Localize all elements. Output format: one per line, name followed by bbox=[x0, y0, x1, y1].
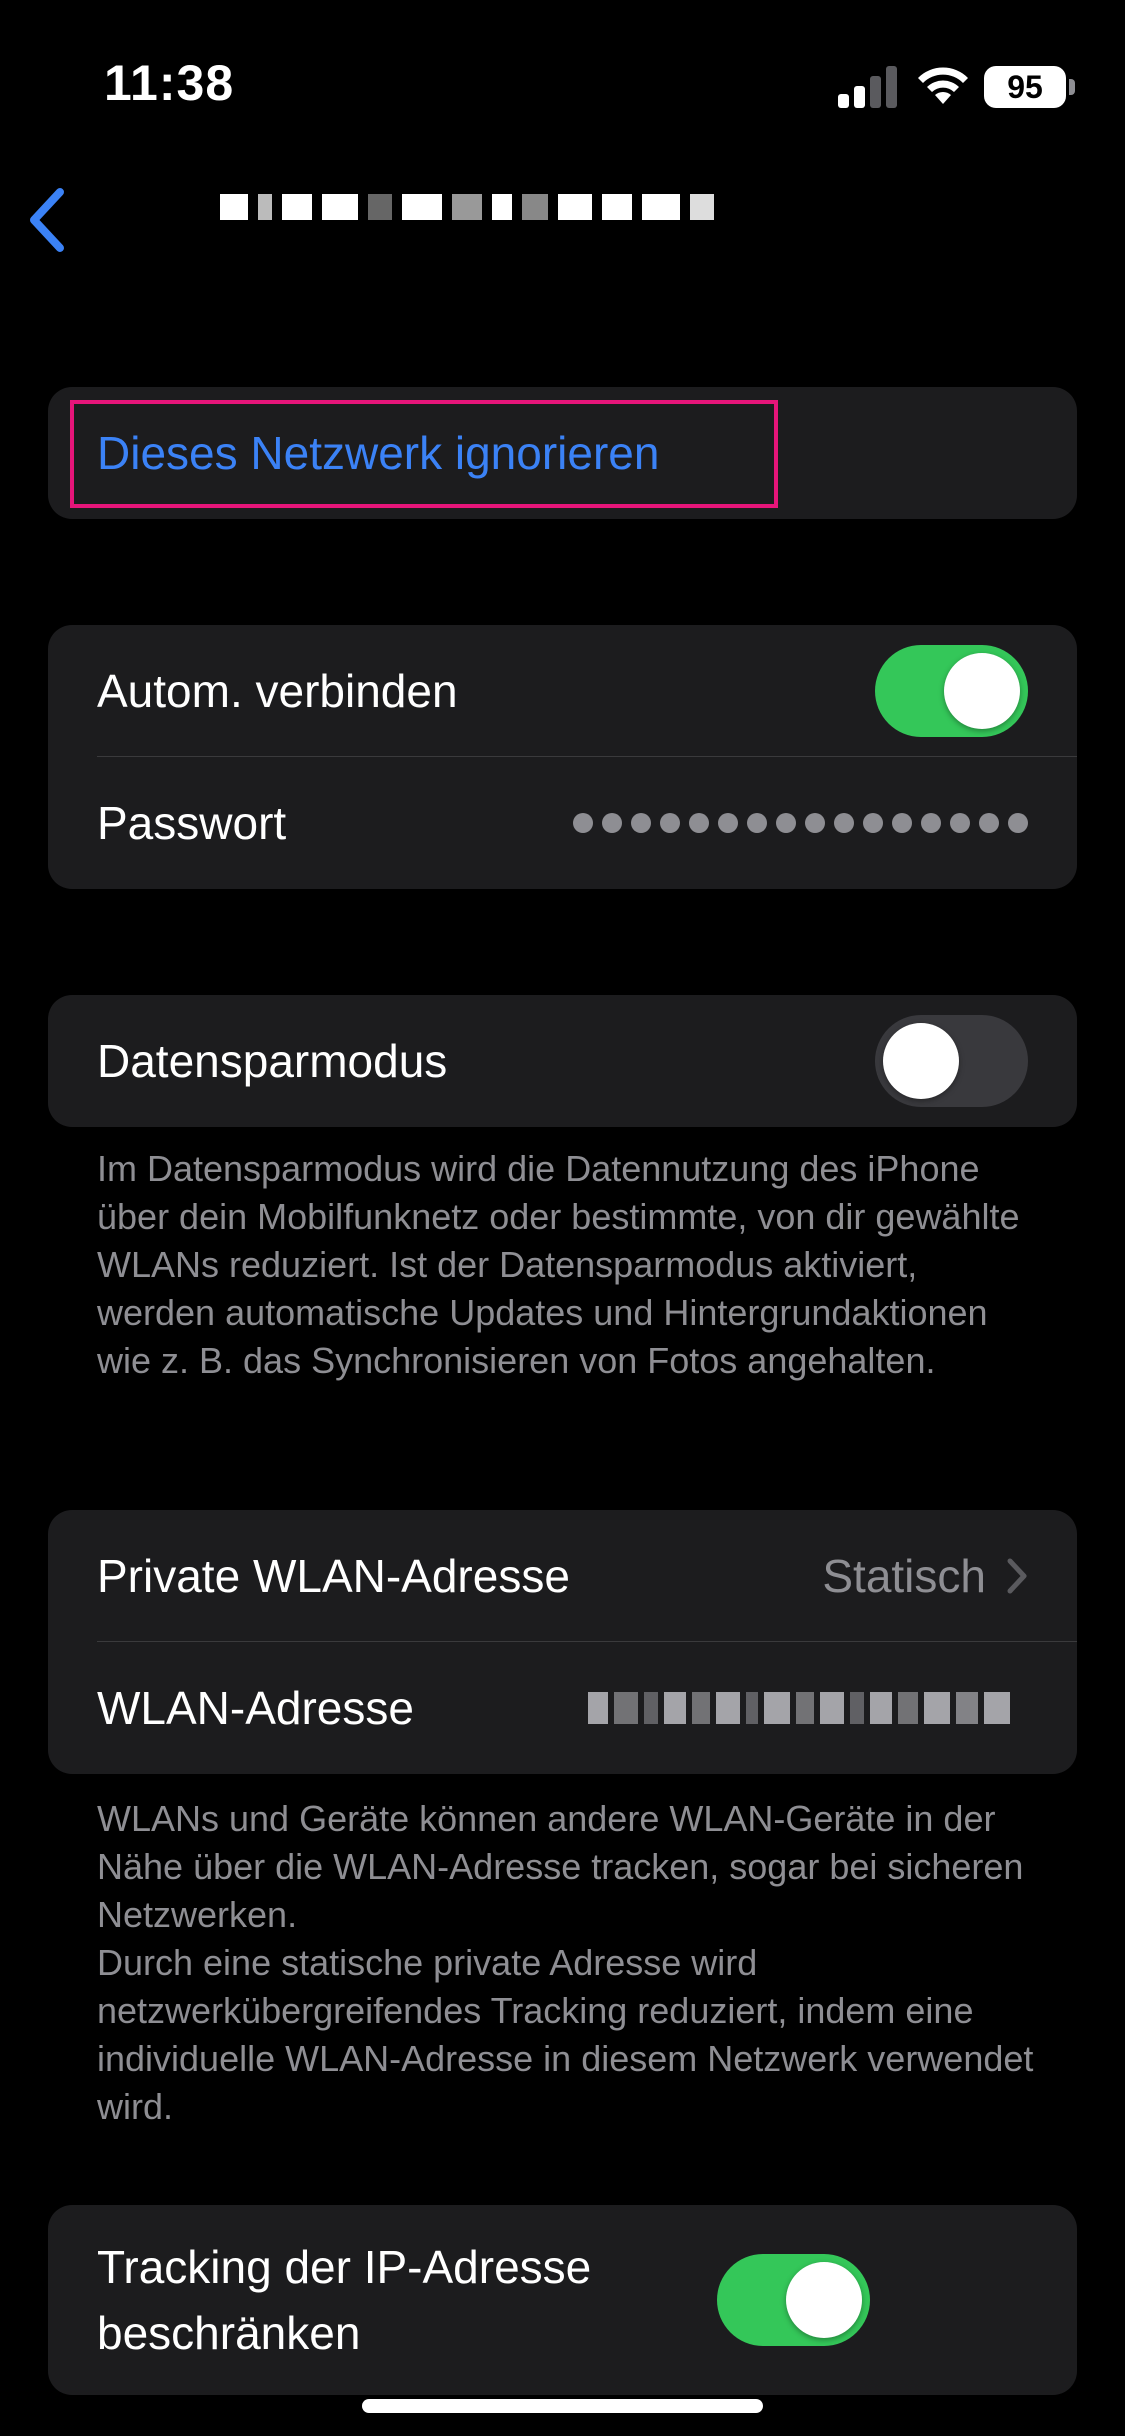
battery-icon: 95 bbox=[984, 66, 1066, 108]
ip-tracking-label: Tracking der IP-Adresse beschränken bbox=[97, 2241, 592, 2359]
auto-join-label: Autom. verbinden bbox=[97, 665, 458, 717]
battery-tip bbox=[1069, 79, 1075, 95]
auto-join-row: Autom. verbinden bbox=[48, 625, 1077, 757]
home-indicator[interactable] bbox=[362, 2399, 763, 2413]
ip-tracking-toggle[interactable] bbox=[717, 2254, 870, 2346]
low-data-group: Datensparmodus bbox=[48, 995, 1077, 1127]
forget-network-row[interactable]: Dieses Netzwerk ignorieren bbox=[48, 387, 1077, 519]
status-bar: 11:38 95 bbox=[0, 0, 1125, 170]
signal-icon bbox=[838, 66, 898, 108]
status-time: 11:38 bbox=[104, 55, 235, 111]
forget-network-button[interactable]: Dieses Netzwerk ignorieren bbox=[97, 426, 659, 480]
password-value bbox=[573, 813, 1028, 833]
address-footnote-1: WLANs und Geräte können andere WLAN-Gerä… bbox=[97, 1798, 1024, 1935]
low-data-label: Datensparmodus bbox=[97, 1035, 448, 1087]
network-name-redacted bbox=[220, 185, 910, 229]
private-address-label: Private WLAN-Adresse bbox=[97, 1550, 570, 1602]
forget-network-group: Dieses Netzwerk ignorieren bbox=[48, 387, 1077, 519]
wifi-icon bbox=[918, 67, 968, 104]
back-button[interactable] bbox=[20, 180, 80, 260]
password-label: Passwort bbox=[97, 797, 287, 849]
address-group: Private WLAN-Adresse Statisch WLAN-Adres… bbox=[48, 1510, 1077, 1774]
chevron-left-icon bbox=[30, 188, 64, 252]
chevron-right-icon bbox=[1007, 1558, 1027, 1594]
low-data-toggle[interactable] bbox=[875, 1015, 1028, 1107]
private-address-row[interactable]: Private WLAN-Adresse Statisch bbox=[48, 1510, 1077, 1642]
battery-level: 95 bbox=[1007, 68, 1043, 105]
wlan-address-value-redacted bbox=[588, 1688, 1028, 1728]
address-footnote-2: Durch eine statische private Adresse wir… bbox=[97, 1942, 1034, 2127]
ip-tracking-group: Tracking der IP-Adresse beschränken bbox=[48, 2205, 1077, 2395]
low-data-footnote: Im Datensparmodus wird die Datennutzung … bbox=[97, 1148, 1020, 1381]
password-row[interactable]: Passwort bbox=[48, 757, 1077, 889]
ip-tracking-row: Tracking der IP-Adresse beschränken bbox=[48, 2205, 1077, 2395]
connection-group: Autom. verbinden Passwort bbox=[48, 625, 1077, 889]
wlan-address-row: WLAN-Adresse bbox=[48, 1642, 1077, 1774]
wlan-address-label: WLAN-Adresse bbox=[97, 1682, 414, 1734]
auto-join-toggle[interactable] bbox=[875, 645, 1028, 737]
low-data-row: Datensparmodus bbox=[48, 995, 1077, 1127]
private-address-value: Statisch bbox=[822, 1550, 986, 1602]
